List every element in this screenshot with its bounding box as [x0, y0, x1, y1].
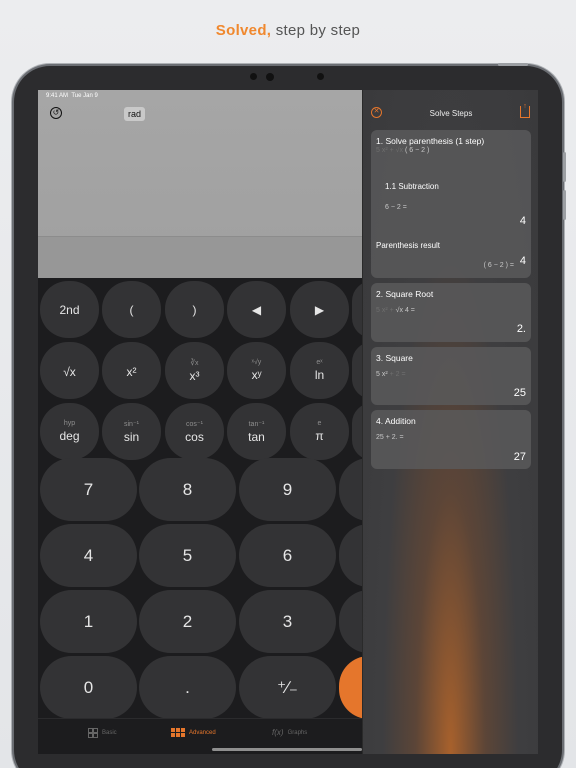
sensor-dot	[317, 73, 324, 80]
headline-accent: Solved,	[215, 22, 272, 39]
tab-graphs[interactable]: f(x) Graphs	[272, 728, 307, 737]
calculator-display: ↺ rad	[38, 90, 362, 278]
substep-result: 4	[519, 215, 526, 227]
step-card-4[interactable]: 4. Addition 25 + 2. = 27	[371, 410, 531, 469]
tab-basic[interactable]: Basic	[88, 728, 117, 738]
step-title: 1. Solve parenthesis (1 step)	[376, 136, 485, 146]
volume-up-button	[563, 152, 566, 182]
key-3[interactable]: 3	[239, 590, 336, 653]
keypad-icon	[171, 728, 185, 737]
step-formula: 5 x² + √x 4 =	[376, 307, 415, 314]
key-pi[interactable]: eπ	[290, 403, 349, 460]
parenthesis-formula: ( 6 − 2 ) =	[483, 262, 514, 269]
substep-formula: 6 − 2 =	[385, 204, 407, 211]
key-7[interactable]: 7	[40, 458, 137, 521]
step-result: 25	[513, 387, 526, 399]
key-ln[interactable]: eˣ ln	[290, 342, 349, 399]
home-indicator[interactable]	[212, 748, 362, 751]
key-1[interactable]: 1	[40, 590, 137, 653]
key-8[interactable]: 8	[139, 458, 236, 521]
tab-advanced[interactable]: Advanced	[171, 728, 216, 738]
status-date: Tue Jan 9	[71, 93, 98, 99]
substep-title: 1.1 Subtraction	[385, 182, 439, 191]
key-9[interactable]: 9	[239, 458, 336, 521]
grid-icon	[88, 728, 98, 738]
key-2[interactable]: 2	[139, 590, 236, 653]
power-button	[498, 63, 528, 66]
key-5[interactable]: 5	[139, 524, 236, 587]
step-result: 27	[513, 451, 526, 463]
step-formula: 25 + 2. =	[376, 434, 404, 441]
angle-mode-badge[interactable]: rad	[124, 107, 146, 121]
key-0[interactable]: 0	[40, 656, 137, 719]
parenthesis-result: 4	[519, 255, 526, 267]
function-icon: f(x)	[272, 728, 284, 737]
key-close-paren[interactable]: )	[165, 281, 224, 338]
key-open-paren[interactable]: (	[102, 281, 161, 338]
key-power[interactable]: ˣ√y xʸ	[227, 342, 286, 399]
display-band	[38, 236, 362, 278]
key-plus-minus[interactable]: ⁺∕₋	[239, 656, 336, 719]
camera-dot	[250, 73, 257, 80]
headline: Solved, step by step	[0, 22, 576, 39]
status-time: 9:41 AM	[46, 93, 69, 99]
key-tan[interactable]: tan⁻¹ tan	[227, 403, 286, 460]
key-sqrt[interactable]: √x	[40, 342, 99, 399]
step-formula: 5 x² + √x ( 6 − 2 )	[376, 147, 430, 154]
step-card-2[interactable]: 2. Square Root 5 x² + √x 4 = 2.	[371, 283, 531, 342]
key-cursor-right[interactable]: ▶	[290, 281, 349, 338]
step-card-1[interactable]: 1. Solve parenthesis (1 step) 5 x² + √x …	[371, 130, 531, 278]
key-sin[interactable]: sin⁻¹ sin	[102, 403, 161, 460]
volume-down-button	[563, 190, 566, 220]
screen: ↺ rad 9:41 AM Tue Jan 9 ▮▮▮ ◠ ▬ 2nd ( ) …	[38, 90, 538, 754]
step-formula: 5 x² + 2 =	[376, 371, 406, 378]
key-deg[interactable]: hyp deg	[40, 403, 99, 460]
tab-graphs-label: Graphs	[287, 729, 308, 736]
key-decimal[interactable]: .	[139, 656, 236, 719]
key-2nd[interactable]: 2nd	[40, 281, 99, 338]
parenthesis-result-label: Parenthesis result	[376, 241, 441, 250]
key-4[interactable]: 4	[40, 524, 137, 587]
key-cos[interactable]: cos⁻¹ cos	[165, 403, 224, 460]
ipad-frame: ↺ rad 9:41 AM Tue Jan 9 ▮▮▮ ◠ ▬ 2nd ( ) …	[14, 63, 566, 768]
panel-title: Solve Steps	[429, 109, 473, 118]
share-icon[interactable]: ↑	[520, 103, 530, 118]
step-result: 2.	[516, 323, 526, 335]
key-square[interactable]: x²	[102, 342, 161, 399]
solve-steps-panel: ✕ Solve Steps ↑ 1. Solve parenthesis (1 …	[362, 90, 538, 754]
key-cursor-left[interactable]: ◀	[227, 281, 286, 338]
step-card-3[interactable]: 3. Square 5 x² + 2 = 25	[371, 347, 531, 405]
headline-rest: step by step	[271, 22, 361, 39]
step-title: 2. Square Root	[376, 289, 434, 299]
key-cube[interactable]: ∛x x³	[165, 342, 224, 399]
step-title: 4. Addition	[376, 416, 416, 426]
history-icon[interactable]: ↺	[50, 107, 62, 119]
key-6[interactable]: 6	[239, 524, 336, 587]
camera-lens	[266, 73, 274, 81]
tab-advanced-label: Advanced	[189, 730, 216, 736]
step-title: 3. Square	[376, 353, 413, 363]
tab-basic-label: Basic	[102, 730, 117, 736]
